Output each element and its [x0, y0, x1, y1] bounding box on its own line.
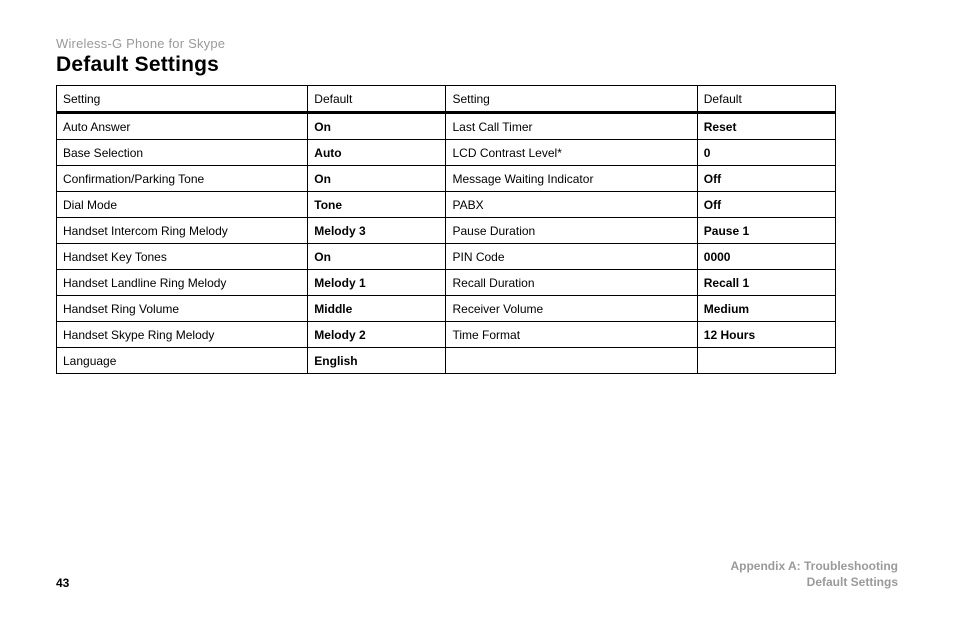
page-title: Default Settings	[56, 53, 898, 77]
setting-cell: Language	[57, 348, 308, 374]
table-row: Auto Answer On Last Call Timer Reset	[57, 113, 836, 140]
default-cell: Pause 1	[697, 218, 835, 244]
default-cell: Melody 2	[308, 322, 446, 348]
setting-cell: Dial Mode	[57, 192, 308, 218]
default-cell	[697, 348, 835, 374]
col-default-right: Default	[697, 86, 835, 113]
setting-cell: Handset Key Tones	[57, 244, 308, 270]
default-cell: 0	[697, 140, 835, 166]
setting-cell: Handset Landline Ring Melody	[57, 270, 308, 296]
default-cell: On	[308, 113, 446, 140]
setting-cell: Receiver Volume	[446, 296, 697, 322]
default-cell: Medium	[697, 296, 835, 322]
default-cell: Off	[697, 166, 835, 192]
table-row: Handset Key Tones On PIN Code 0000	[57, 244, 836, 270]
setting-cell: Handset Intercom Ring Melody	[57, 218, 308, 244]
col-default-left: Default	[308, 86, 446, 113]
default-cell: Middle	[308, 296, 446, 322]
table-row: Handset Intercom Ring Melody Melody 3 Pa…	[57, 218, 836, 244]
default-settings-table: Setting Default Setting Default Auto Ans…	[56, 85, 836, 374]
table-body: Auto Answer On Last Call Timer Reset Bas…	[57, 113, 836, 374]
default-cell: Auto	[308, 140, 446, 166]
setting-cell: Auto Answer	[57, 113, 308, 140]
default-cell: Off	[697, 192, 835, 218]
setting-cell: Pause Duration	[446, 218, 697, 244]
setting-cell: Time Format	[446, 322, 697, 348]
table-row: Base Selection Auto LCD Contrast Level* …	[57, 140, 836, 166]
setting-cell: PABX	[446, 192, 697, 218]
setting-cell: Confirmation/Parking Tone	[57, 166, 308, 192]
default-cell: Melody 1	[308, 270, 446, 296]
default-cell: Tone	[308, 192, 446, 218]
setting-cell: Recall Duration	[446, 270, 697, 296]
setting-cell: Message Waiting Indicator	[446, 166, 697, 192]
col-setting-right: Setting	[446, 86, 697, 113]
page-footer: 43 Appendix A: Troubleshooting Default S…	[56, 558, 898, 590]
default-cell: English	[308, 348, 446, 374]
default-cell: On	[308, 166, 446, 192]
product-line: Wireless-G Phone for Skype	[56, 36, 898, 51]
table-row: Handset Landline Ring Melody Melody 1 Re…	[57, 270, 836, 296]
appendix-label: Appendix A: Troubleshooting Default Sett…	[730, 558, 898, 590]
table-row: Language English	[57, 348, 836, 374]
table-header-row: Setting Default Setting Default	[57, 86, 836, 113]
appendix-line-1: Appendix A: Troubleshooting	[730, 558, 898, 574]
default-cell: 0000	[697, 244, 835, 270]
table-row: Confirmation/Parking Tone On Message Wai…	[57, 166, 836, 192]
default-cell: 12 Hours	[697, 322, 835, 348]
setting-cell: LCD Contrast Level*	[446, 140, 697, 166]
document-page: Wireless-G Phone for Skype Default Setti…	[0, 0, 954, 374]
setting-cell: Handset Skype Ring Melody	[57, 322, 308, 348]
default-cell: On	[308, 244, 446, 270]
default-cell: Melody 3	[308, 218, 446, 244]
table-row: Dial Mode Tone PABX Off	[57, 192, 836, 218]
table-row: Handset Skype Ring Melody Melody 2 Time …	[57, 322, 836, 348]
setting-cell: Base Selection	[57, 140, 308, 166]
page-number: 43	[56, 576, 69, 590]
table-row: Handset Ring Volume Middle Receiver Volu…	[57, 296, 836, 322]
setting-cell: Handset Ring Volume	[57, 296, 308, 322]
setting-cell	[446, 348, 697, 374]
setting-cell: PIN Code	[446, 244, 697, 270]
default-cell: Reset	[697, 113, 835, 140]
setting-cell: Last Call Timer	[446, 113, 697, 140]
col-setting-left: Setting	[57, 86, 308, 113]
appendix-line-2: Default Settings	[730, 574, 898, 590]
default-cell: Recall 1	[697, 270, 835, 296]
